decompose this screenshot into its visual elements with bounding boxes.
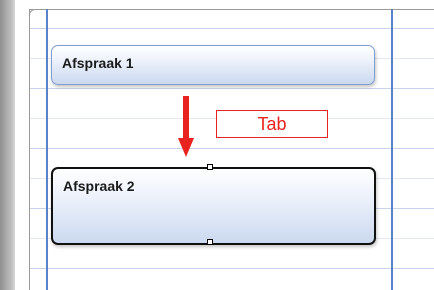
day-column-separator-left — [46, 9, 48, 290]
resize-handle-top[interactable] — [207, 164, 213, 170]
arrow-shaft — [183, 96, 189, 140]
resize-handle-bottom[interactable] — [207, 239, 213, 245]
time-slot-gridline — [30, 148, 434, 149]
screenshot-stage: Afspraak 1 Tab Afspraak 2 — [0, 0, 434, 290]
arrow-head — [178, 138, 194, 157]
day-column-separator-right — [391, 9, 393, 290]
appointment-1-label: Afspraak 1 — [62, 55, 134, 71]
calendar-day-view — [15, 0, 434, 290]
time-slot-gridline — [30, 28, 434, 29]
window-left-frame — [0, 0, 15, 290]
time-slot-gridline — [30, 88, 434, 89]
calendar-top-border — [29, 9, 434, 10]
calendar-corner — [29, 9, 42, 22]
time-slot-gridline — [30, 268, 434, 269]
arrow-down-icon — [178, 96, 194, 157]
appointment-2-label: Afspraak 2 — [63, 178, 135, 194]
appointment-1[interactable]: Afspraak 1 — [51, 45, 375, 85]
calendar-left-border — [29, 9, 30, 290]
appointment-2-selected[interactable]: Afspraak 2 — [51, 167, 376, 245]
tab-key-label: Tab — [216, 110, 328, 138]
